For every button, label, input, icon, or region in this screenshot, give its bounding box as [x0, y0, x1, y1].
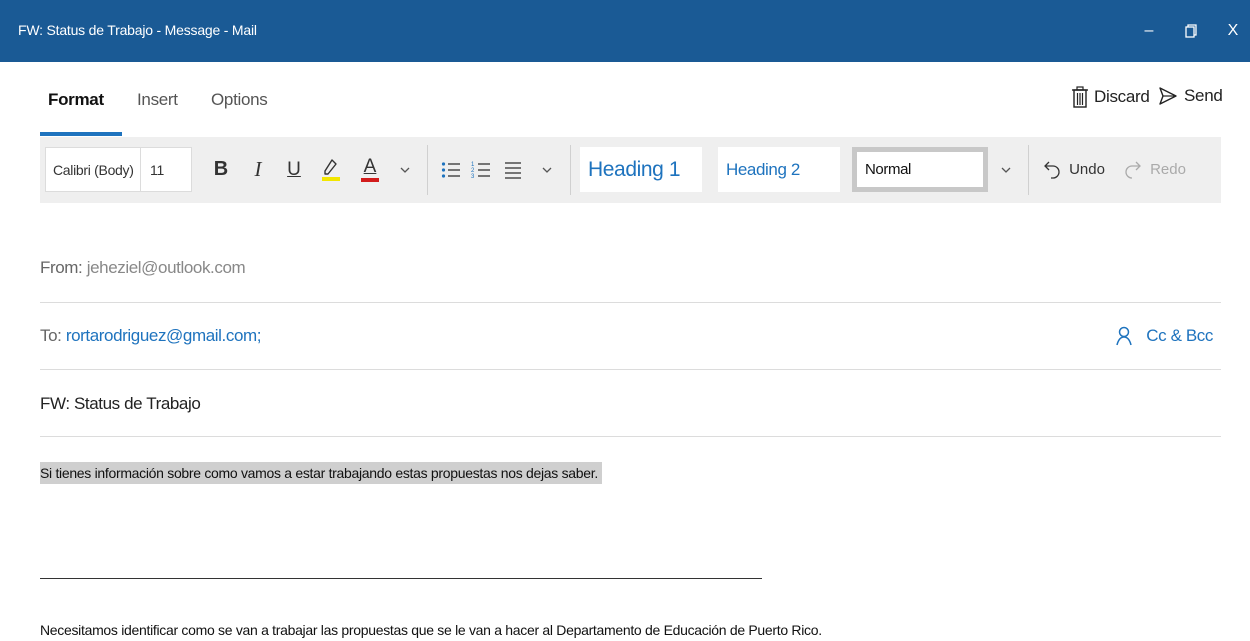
redo-label: Redo — [1150, 161, 1186, 178]
numbering-button[interactable]: 1 2 3 — [468, 147, 494, 192]
font-format-more-button[interactable] — [394, 147, 416, 192]
from-label: From: — [40, 258, 83, 277]
toolbar-divider — [427, 145, 428, 195]
underline-button[interactable]: U — [281, 147, 307, 192]
cc-bcc-button[interactable]: Cc & Bcc — [1116, 326, 1213, 346]
window-title: FW: Status de Trabajo - Message - Mail — [18, 22, 257, 38]
bulleted-list-icon — [441, 161, 460, 178]
font-size-value: 11 — [150, 161, 164, 178]
highlighter-icon — [322, 158, 340, 181]
font-name-select[interactable]: Calibri (Body) — [45, 147, 141, 192]
format-toolbar: Calibri (Body) 11 B I U A 1 2 3 Heading … — [40, 137, 1221, 203]
discard-button[interactable]: Discard — [1072, 86, 1150, 108]
redo-icon — [1125, 161, 1141, 179]
style-heading-1[interactable]: Heading 1 — [580, 147, 702, 192]
from-field[interactable]: From: jeheziel@outlook.com — [40, 258, 1221, 303]
from-value: jeheziel@outlook.com — [86, 258, 246, 277]
active-tab-indicator — [40, 132, 122, 136]
ribbon-tabs: Format Insert Options Discard Send — [0, 62, 1250, 137]
chevron-down-icon — [400, 167, 410, 173]
restore-button[interactable] — [1176, 16, 1206, 46]
to-label: To: — [40, 326, 62, 345]
body-line-2: Necesitamos identificar como se van a tr… — [40, 622, 822, 638]
svg-text:3: 3 — [471, 174, 475, 180]
tab-insert[interactable]: Insert — [137, 90, 178, 110]
font-color-bar — [361, 177, 379, 182]
styles-more-button[interactable] — [995, 147, 1017, 192]
numbered-list-icon: 1 2 3 — [471, 162, 490, 180]
body-paragraph-highlighted[interactable]: Si tienes información sobre como vamos a… — [40, 462, 602, 484]
to-field[interactable]: To: rortarodriguez@gmail.com; Cc & Bcc — [40, 326, 1221, 370]
align-button[interactable] — [500, 147, 526, 192]
style-heading-2[interactable]: Heading 2 — [718, 147, 840, 192]
subject-field[interactable]: FW: Status de Trabajo — [40, 394, 1221, 437]
redo-button[interactable]: Redo — [1124, 147, 1186, 192]
body-divider-line — [40, 578, 762, 579]
trash-icon — [1072, 86, 1088, 108]
undo-label: Undo — [1069, 161, 1105, 178]
align-left-icon — [505, 161, 521, 179]
highlight-button[interactable] — [317, 147, 345, 192]
cc-bcc-label: Cc & Bcc — [1146, 326, 1213, 345]
undo-button[interactable]: Undo — [1040, 147, 1108, 192]
italic-button[interactable]: I — [245, 147, 271, 192]
body-line-1: Si tienes información sobre como vamos a… — [40, 462, 602, 484]
send-label: Send — [1184, 86, 1223, 105]
tab-format[interactable]: Format — [48, 90, 104, 110]
tab-options[interactable]: Options — [211, 90, 268, 110]
chevron-down-icon — [542, 167, 552, 173]
paragraph-more-button[interactable] — [536, 147, 558, 192]
toolbar-divider — [570, 145, 571, 195]
send-button[interactable]: Send — [1158, 86, 1223, 106]
close-button[interactable]: X — [1218, 16, 1248, 46]
send-icon — [1159, 87, 1177, 105]
person-icon — [1116, 326, 1133, 346]
bullets-button[interactable] — [438, 147, 464, 192]
style-normal[interactable]: Normal — [852, 147, 988, 192]
toolbar-divider — [1028, 145, 1029, 195]
title-bar: FW: Status de Trabajo - Message - Mail –… — [0, 0, 1250, 62]
font-size-select[interactable]: 11 — [140, 147, 192, 192]
body-paragraph[interactable]: Necesitamos identificar como se van a tr… — [40, 622, 822, 638]
font-color-letter: A — [363, 155, 377, 177]
font-color-button[interactable]: A — [356, 147, 384, 192]
font-name-value: Calibri (Body) — [53, 161, 134, 178]
discard-label: Discard — [1094, 87, 1150, 106]
minimize-button[interactable]: – — [1134, 16, 1164, 46]
undo-icon — [1044, 161, 1060, 179]
bold-button[interactable]: B — [208, 147, 234, 192]
restore-icon — [1185, 24, 1197, 38]
chevron-down-icon — [1001, 167, 1011, 173]
subject-value: FW: Status de Trabajo — [40, 394, 201, 413]
to-recipient[interactable]: rortarodriguez@gmail.com; — [66, 326, 262, 345]
